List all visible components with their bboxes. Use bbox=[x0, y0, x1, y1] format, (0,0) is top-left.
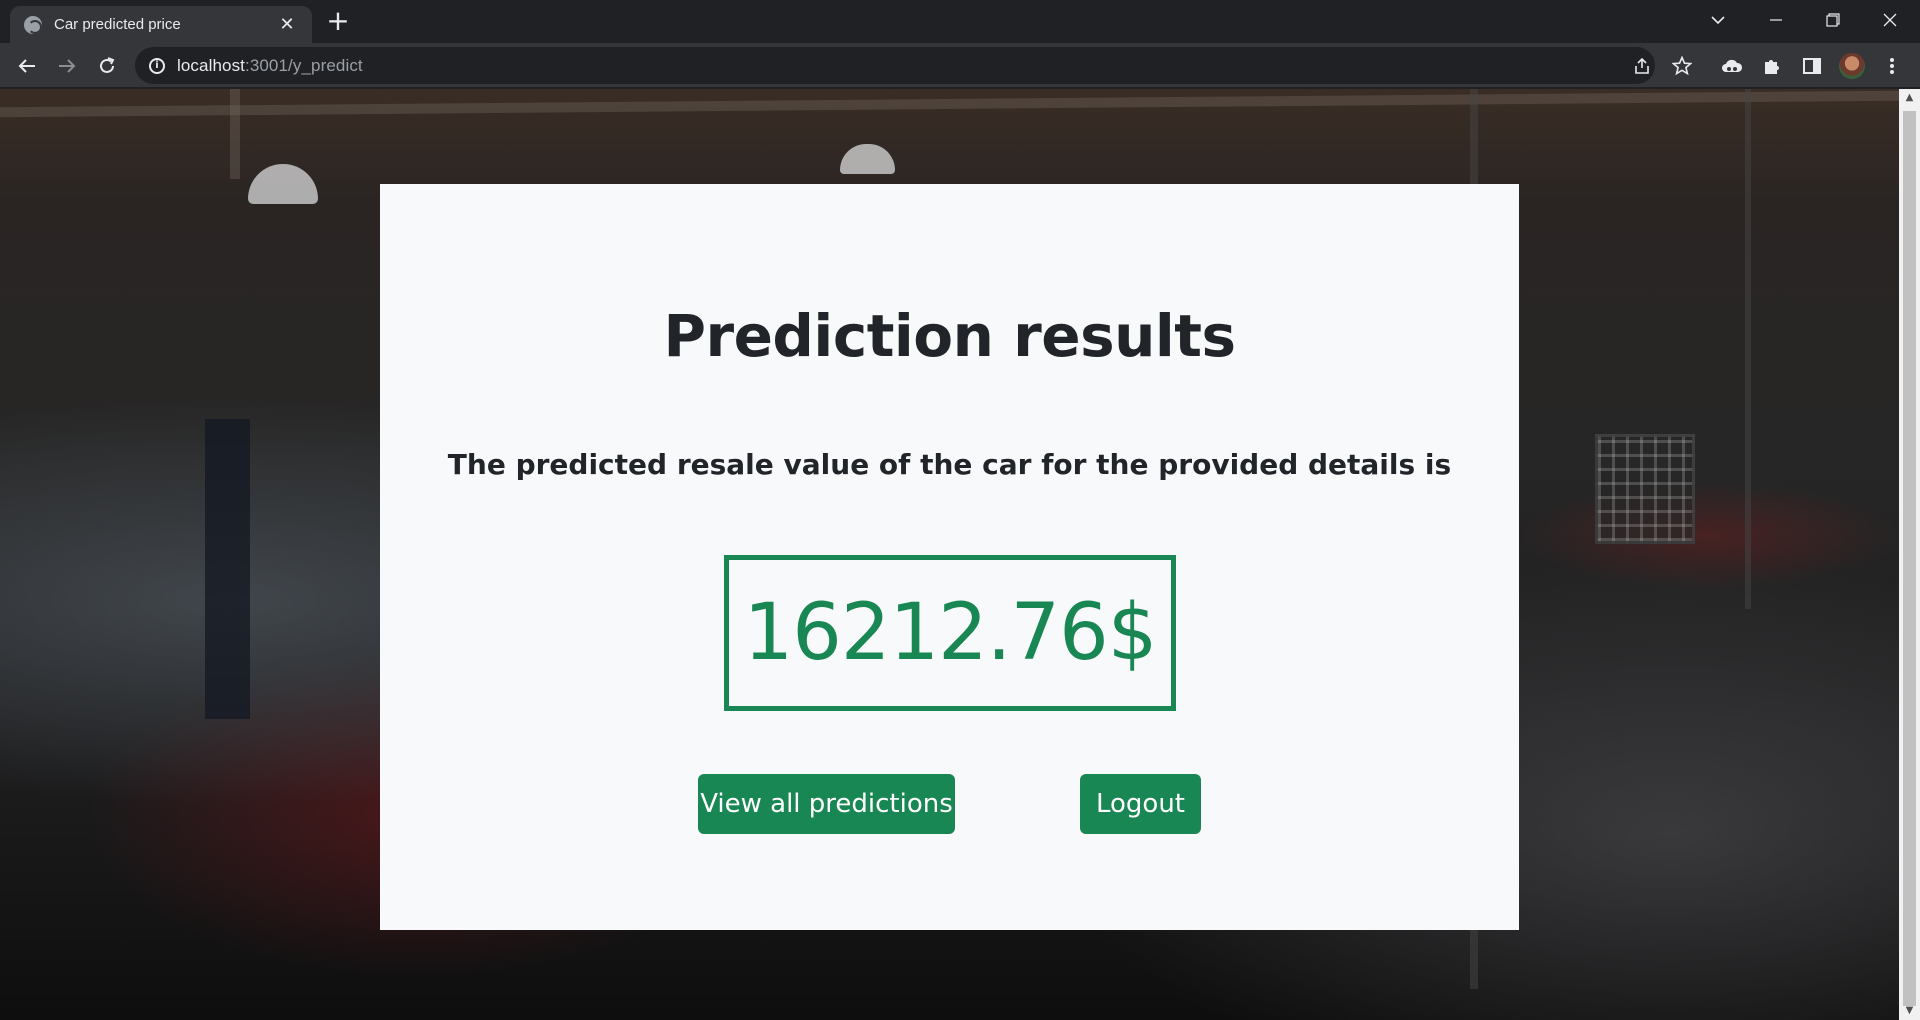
tab-strip: Car predicted price ✕ + bbox=[0, 0, 1920, 43]
profile-avatar[interactable] bbox=[1835, 49, 1869, 83]
tab-title: Car predicted price bbox=[54, 16, 181, 33]
ceiling-beam bbox=[230, 89, 240, 179]
ceiling-beam bbox=[0, 90, 1899, 118]
lift-pillar bbox=[205, 419, 250, 719]
extension-cloud-icon[interactable] bbox=[1715, 49, 1749, 83]
ceiling-lamp bbox=[248, 164, 318, 204]
scrollbar-thumb[interactable] bbox=[1903, 111, 1916, 1006]
page-viewport: Prediction results The predicted resale … bbox=[0, 89, 1899, 1020]
chevron-down-icon[interactable] bbox=[1690, 0, 1746, 40]
page-title: Prediction results bbox=[663, 302, 1236, 370]
star-icon[interactable] bbox=[1665, 49, 1699, 83]
avatar bbox=[1839, 53, 1865, 79]
wall-post bbox=[1745, 89, 1751, 609]
url-host: localhost bbox=[177, 55, 245, 75]
plus-icon[interactable]: + bbox=[322, 6, 354, 38]
predicted-price-box: 16212.76$ bbox=[724, 555, 1176, 711]
garage-window bbox=[1595, 434, 1695, 544]
results-card: Prediction results The predicted resale … bbox=[380, 184, 1519, 930]
side-panel-icon[interactable] bbox=[1795, 49, 1829, 83]
globe-icon bbox=[24, 15, 42, 34]
page-scrollbar[interactable]: ▲ ▼ bbox=[1899, 89, 1920, 1020]
share-icon[interactable] bbox=[1625, 49, 1659, 83]
scroll-up-arrow-icon[interactable]: ▲ bbox=[1899, 89, 1920, 107]
url-path: :3001/y_predict bbox=[245, 55, 363, 75]
view-all-predictions-button[interactable]: View all predictions bbox=[698, 774, 955, 834]
scroll-down-arrow-icon[interactable]: ▼ bbox=[1899, 1002, 1920, 1020]
logout-button[interactable]: Logout bbox=[1080, 774, 1201, 834]
predicted-price-value: 16212.76$ bbox=[743, 588, 1158, 678]
result-description: The predicted resale value of the car fo… bbox=[447, 448, 1452, 481]
minimize-icon[interactable] bbox=[1748, 0, 1804, 40]
kebab-menu-icon[interactable] bbox=[1875, 49, 1909, 83]
reload-icon[interactable] bbox=[90, 49, 124, 83]
address-bar[interactable]: i localhost:3001/y_predict bbox=[135, 47, 1655, 84]
site-info-icon[interactable]: i bbox=[149, 57, 165, 74]
restore-icon[interactable] bbox=[1805, 0, 1861, 40]
browser-tab[interactable]: Car predicted price ✕ bbox=[10, 6, 312, 43]
back-arrow-icon[interactable] bbox=[10, 49, 44, 83]
url-text: localhost:3001/y_predict bbox=[177, 56, 363, 76]
close-icon[interactable] bbox=[1862, 0, 1918, 40]
browser-toolbar: i localhost:3001/y_predict bbox=[0, 43, 1920, 88]
ceiling-lamp bbox=[840, 144, 895, 174]
close-icon[interactable]: ✕ bbox=[276, 14, 298, 35]
forward-arrow-icon[interactable] bbox=[50, 49, 84, 83]
puzzle-icon[interactable] bbox=[1755, 49, 1789, 83]
